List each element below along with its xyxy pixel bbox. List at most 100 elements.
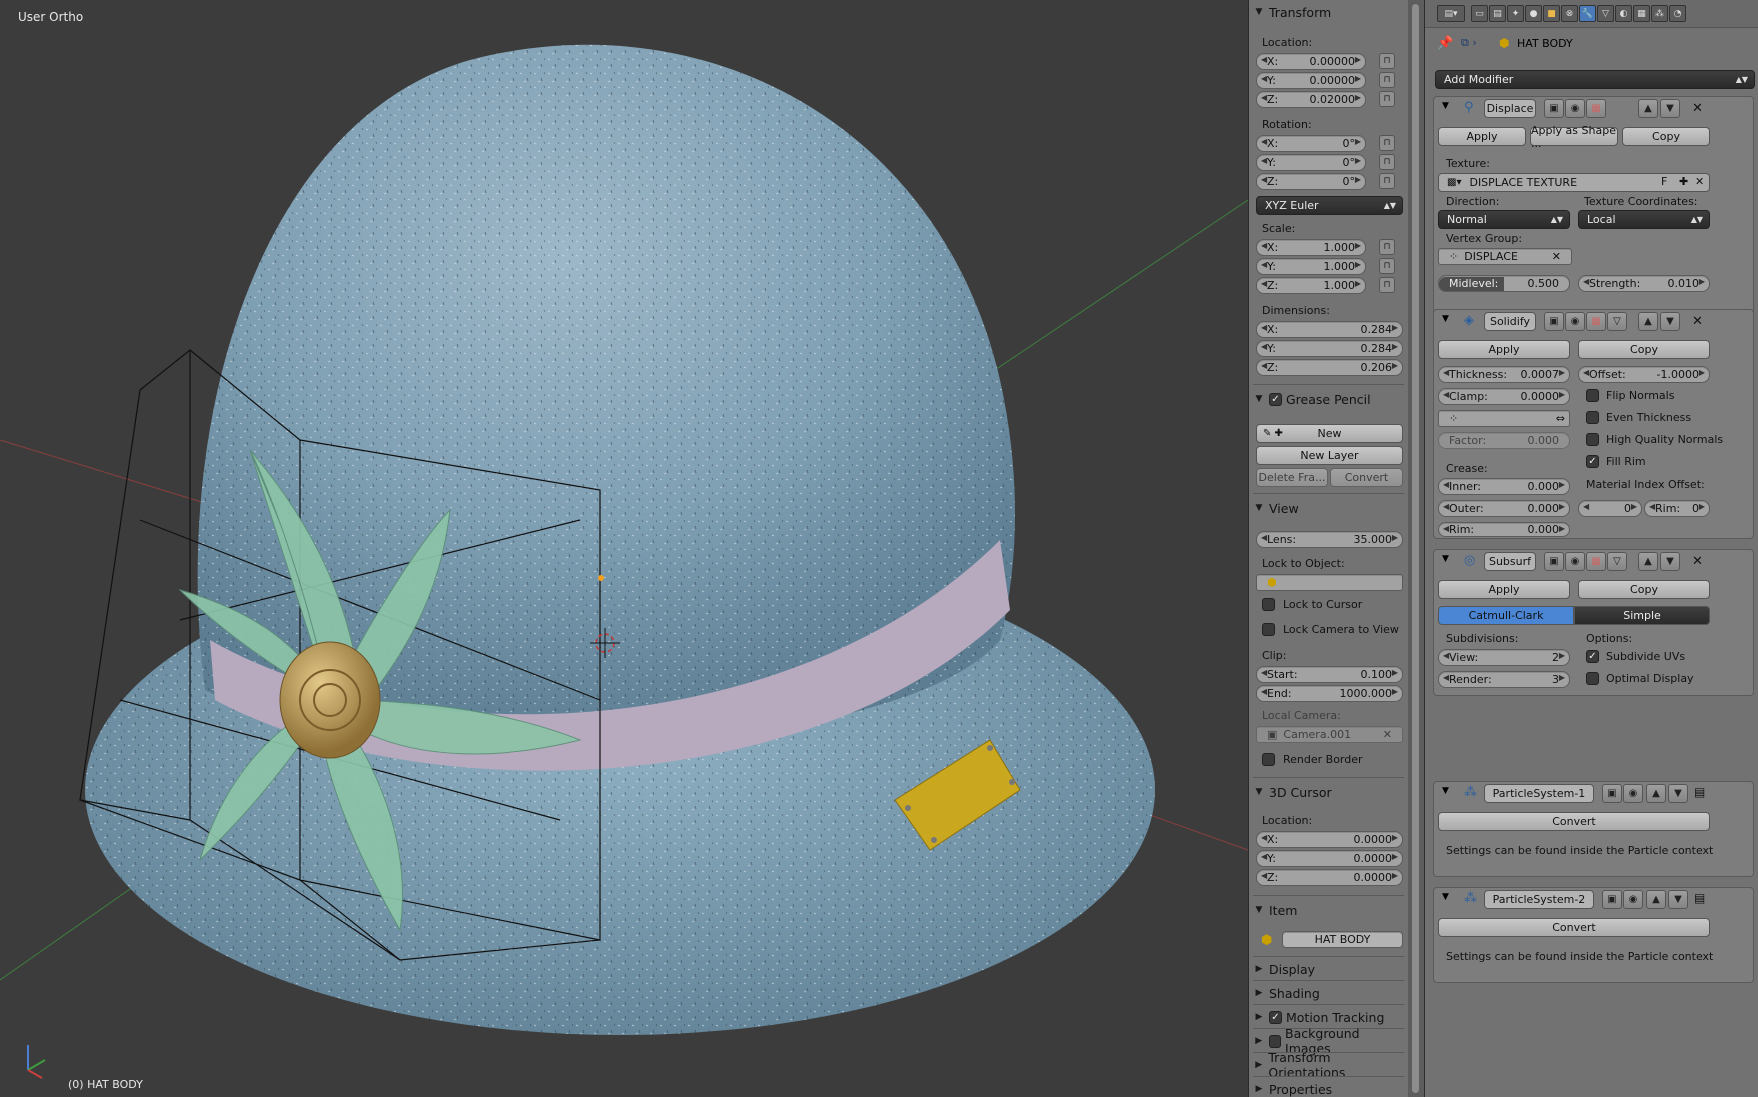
scale-x-field[interactable]: ◀ X: 1.000 ▶ (1256, 239, 1366, 256)
invert-icon[interactable]: ⇔ (1556, 412, 1565, 425)
render-toggle-icon[interactable]: ▣ (1602, 784, 1622, 803)
rotation-y-field[interactable]: ◀ Y: 0° ▶ (1256, 154, 1366, 171)
background-images-checkbox[interactable] (1268, 1034, 1282, 1048)
viewport-toggle-icon[interactable]: ◉ (1623, 890, 1643, 909)
subdivide-uvs-checkbox[interactable]: ✓ (1586, 650, 1599, 663)
constraints-tab-icon[interactable]: ⊗ (1561, 5, 1578, 22)
data-tab-icon[interactable]: ▽ (1597, 5, 1614, 22)
offset-field[interactable]: ◀ Offset: -1.0000 ▶ (1578, 366, 1710, 383)
material-tab-icon[interactable]: ◐ (1615, 5, 1632, 22)
lock-icon[interactable]: ⊓ (1379, 53, 1395, 69)
location-y-field[interactable]: ◀ Y: 0.00000 ▶ (1256, 72, 1366, 89)
move-up-icon[interactable]: ▲ (1638, 99, 1658, 118)
lock-icon[interactable]: ⊓ (1379, 135, 1395, 151)
render-layers-tab-icon[interactable]: ▤ (1489, 5, 1506, 22)
cage-toggle-icon[interactable]: ▽ (1607, 552, 1627, 571)
collapse-toggle[interactable]: ▼ (1442, 554, 1449, 564)
lock-to-cursor-checkbox[interactable] (1262, 598, 1275, 611)
editmode-toggle-icon[interactable]: ▦ (1586, 312, 1606, 331)
move-down-icon[interactable]: ▼ (1660, 552, 1680, 571)
remove-modifier-icon[interactable]: ✕ (1692, 554, 1703, 569)
subdiv-view-field[interactable]: ◀ View: 2 ▶ (1438, 649, 1570, 666)
viewport-toggle-icon[interactable]: ◉ (1565, 552, 1585, 571)
move-down-icon[interactable]: ▼ (1668, 890, 1688, 909)
transform-orientations-header[interactable]: ▶ Transform Orientations (1253, 1050, 1404, 1080)
display-header[interactable]: ▶ Display (1253, 958, 1404, 980)
cursor-y-field[interactable]: ◀ Y: 0.0000 ▶ (1256, 850, 1403, 867)
crease-rim-field[interactable]: ◀ Rim: 0.000 ▶ (1438, 522, 1570, 537)
pin-icon[interactable]: 📌 (1437, 36, 1453, 51)
add-icon[interactable]: ✚ (1679, 175, 1688, 188)
even-thickness-checkbox[interactable] (1586, 411, 1599, 424)
lock-icon[interactable]: ⊓ (1379, 173, 1395, 189)
render-toggle-icon[interactable]: ▣ (1544, 99, 1564, 118)
texture-coordinates-select[interactable]: Local ▲▼ (1578, 210, 1710, 229)
physics-tab-icon[interactable]: ◔ (1669, 5, 1686, 22)
particles-2-convert-button[interactable]: Convert (1438, 918, 1710, 937)
subsurf-copy-button[interactable]: Copy (1578, 580, 1710, 599)
panel-options-icon[interactable]: ▤ (1694, 785, 1705, 799)
strength-field[interactable]: ◀ Strength: 0.010 ▶ (1578, 275, 1710, 292)
editmode-toggle-icon[interactable]: ▦ (1586, 552, 1606, 571)
lock-camera-checkbox[interactable] (1262, 623, 1275, 636)
solidify-vertex-group-field[interactable]: ⁘ ⇔ (1438, 410, 1570, 427)
collapse-toggle[interactable]: ▼ (1442, 101, 1449, 111)
move-down-icon[interactable]: ▼ (1660, 312, 1680, 331)
unlink-icon[interactable]: ✕ (1695, 175, 1704, 188)
collapse-toggle[interactable]: ▼ (1442, 314, 1449, 324)
rotation-z-field[interactable]: ◀ Z: 0° ▶ (1256, 173, 1366, 190)
grease-convert-button[interactable]: Convert (1330, 468, 1403, 487)
solidify-apply-button[interactable]: Apply (1438, 340, 1570, 359)
render-toggle-icon[interactable]: ▣ (1544, 312, 1564, 331)
clip-end-field[interactable]: ◀ End: 1000.000 ▶ (1256, 685, 1403, 702)
clear-icon[interactable]: ✕ (1383, 728, 1392, 741)
move-up-icon[interactable]: ▲ (1646, 784, 1666, 803)
vertex-group-field[interactable]: ⁘ DISPLACE ✕ (1438, 248, 1572, 265)
location-x-field[interactable]: ◀ X: 0.00000 ▶ (1256, 53, 1366, 70)
item-name-field[interactable]: HAT BODY (1282, 931, 1403, 948)
dimensions-x-field[interactable]: ◀ X: 0.284 ▶ (1256, 321, 1403, 338)
editmode-toggle-icon[interactable]: ▦ (1586, 99, 1606, 118)
render-border-checkbox[interactable] (1262, 753, 1275, 766)
particle-system-1-name[interactable]: ParticleSystem-1 (1484, 784, 1594, 803)
background-images-header[interactable]: ▶ Background Images (1253, 1026, 1404, 1056)
move-up-icon[interactable]: ▲ (1646, 890, 1666, 909)
viewport-toggle-icon[interactable]: ◉ (1565, 99, 1585, 118)
material-rim-field[interactable]: ◀ Rim: 0 ▶ (1644, 500, 1710, 517)
catmull-clark-toggle[interactable]: Catmull-Clark (1438, 606, 1574, 625)
move-up-icon[interactable]: ▲ (1638, 552, 1658, 571)
remove-modifier-icon[interactable]: ✕ (1692, 101, 1703, 116)
viewport-toggle-icon[interactable]: ◉ (1623, 784, 1643, 803)
texture-selector[interactable]: ▩▾ DISPLACE TEXTURE F ✚ ✕ (1438, 173, 1710, 192)
rotation-x-field[interactable]: ◀ X: 0° ▶ (1256, 135, 1366, 152)
motion-tracking-checkbox[interactable]: ✓ (1269, 1010, 1282, 1024)
shelf-scrollbar[interactable] (1408, 0, 1424, 1097)
hq-normals-checkbox[interactable] (1586, 433, 1599, 446)
subdiv-render-field[interactable]: ◀ Render: 3 ▶ (1438, 671, 1570, 688)
particles-tab-icon[interactable]: ⁂ (1651, 5, 1668, 22)
thickness-field[interactable]: ◀ Thickness: 0.0007 ▶ (1438, 366, 1570, 383)
lock-icon[interactable]: ⊓ (1379, 258, 1395, 274)
delete-frame-button[interactable]: Delete Fra... (1256, 468, 1328, 487)
scale-y-field[interactable]: ◀ Y: 1.000 ▶ (1256, 258, 1366, 275)
displace-name-field[interactable]: Displace (1484, 99, 1536, 118)
cage-toggle-icon[interactable]: ▽ (1607, 312, 1627, 331)
properties-subpanel-header[interactable]: ▶ Properties (1253, 1078, 1404, 1097)
panel-options-icon[interactable]: ▤ (1694, 891, 1705, 905)
add-modifier-menu[interactable]: Add Modifier ▲▼ (1435, 70, 1755, 89)
collapse-toggle[interactable]: ▼ (1442, 786, 1449, 796)
scale-z-field[interactable]: ◀ Z: 1.000 ▶ (1256, 277, 1366, 294)
render-toggle-icon[interactable]: ▣ (1544, 552, 1564, 571)
transform-header[interactable]: ▼ Transform (1253, 1, 1404, 23)
shading-header[interactable]: ▶ Shading (1253, 982, 1404, 1004)
lock-icon[interactable]: ⊓ (1379, 154, 1395, 170)
3d-viewport[interactable]: User Ortho (0) HAT BODY (0, 0, 1248, 1097)
subsurf-apply-button[interactable]: Apply (1438, 580, 1570, 599)
midlevel-slider[interactable]: Midlevel: 0.500 (1438, 275, 1570, 292)
lock-icon[interactable]: ⊓ (1379, 277, 1395, 293)
rotation-mode-select[interactable]: XYZ Euler ▲▼ (1256, 196, 1403, 215)
remove-modifier-icon[interactable]: ✕ (1692, 314, 1703, 329)
viewport-toggle-icon[interactable]: ◉ (1565, 312, 1585, 331)
move-down-icon[interactable]: ▼ (1660, 99, 1680, 118)
subsurf-name-field[interactable]: Subsurf (1484, 552, 1536, 571)
